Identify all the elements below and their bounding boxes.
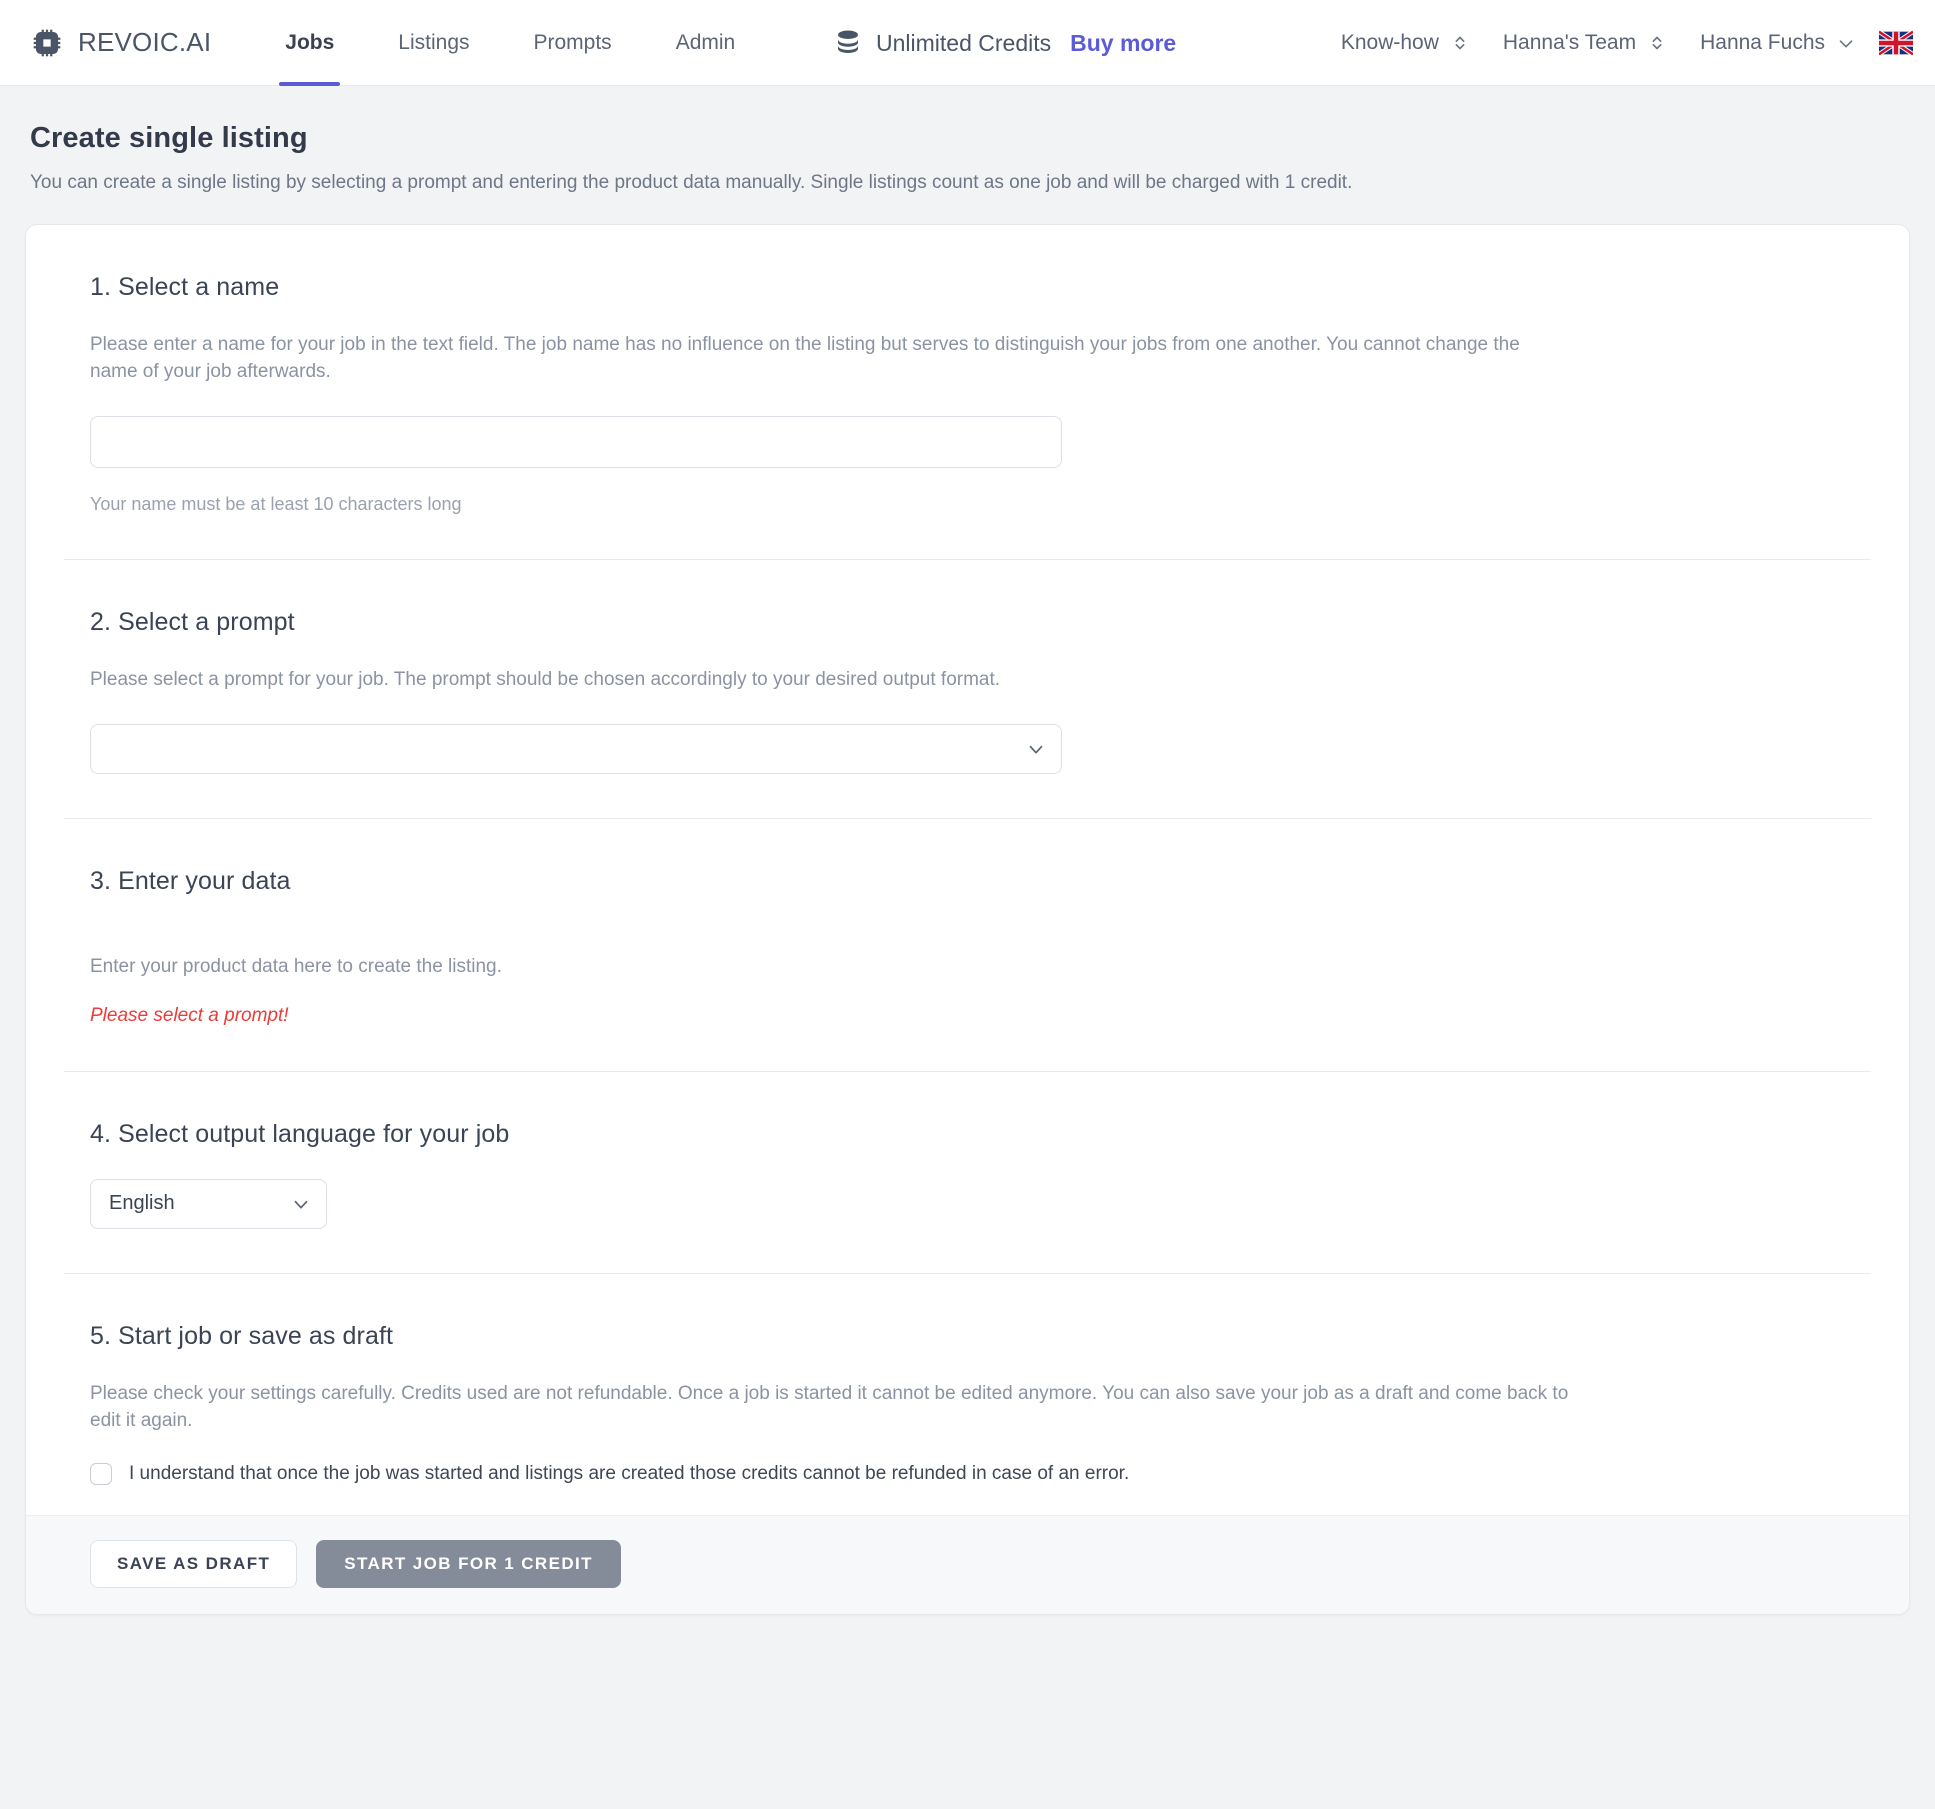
page-subtitle: You can create a single listing by selec… [30,172,1353,193]
prompt-required-error: Please select a prompt! [90,1004,289,1026]
section-3-description: Enter your product data here to create t… [90,955,502,977]
section-5-title: 5. Start job or save as draft [90,1321,394,1350]
card-footer-actions: SAVE AS DRAFT START JOB FOR 1 CREDIT [26,1514,1909,1614]
nav-tab-listings-label: Listings [398,30,470,54]
save-as-draft-button[interactable]: SAVE AS DRAFT [90,1539,298,1588]
section-select-name: 1. Select a name Please enter a name for… [64,225,1871,559]
nav-tab-listings[interactable]: Listings [366,0,501,86]
section-select-prompt: 2. Select a prompt Please select a promp… [64,558,1871,818]
section-output-language: 4. Select output language for your job E… [64,1070,1871,1273]
nav-tab-admin-label: Admin [675,30,736,54]
card-body: 1. Select a name Please enter a name for… [26,225,1909,1515]
team-label: Hanna's Team [1502,31,1637,54]
page-header: Create single listing You can create a s… [0,86,1935,194]
job-name-input[interactable] [90,415,1062,468]
create-listing-card: 1. Select a name Please enter a name for… [25,224,1910,1615]
buy-more-link[interactable]: Buy more [1070,30,1176,57]
section-enter-data: 3. Enter your data Enter your product da… [64,817,1871,1071]
consent-row: I understand that once the job was start… [90,1462,1845,1485]
language-select-value: English [109,1192,175,1215]
brand-logo-link[interactable]: REVOIC.AI [30,26,211,60]
chip-icon [30,26,64,60]
job-name-hint: Your name must be at least 10 characters… [90,493,462,514]
know-how-selector[interactable]: Know-how [1325,31,1487,55]
section-4-title: 4. Select output language for your job [90,1119,510,1148]
consent-label: I understand that once the job was start… [129,1462,1130,1484]
section-5-description: Please check your settings carefully. Cr… [90,1382,1569,1431]
language-select-wrap: English [90,1178,327,1229]
section-3-title: 3. Enter your data [90,866,291,895]
user-name-label: Hanna Fuchs [1700,31,1825,54]
section-2-description: Please select a prompt for your job. The… [90,668,1001,690]
section-3-spacer [90,896,1845,924]
chevron-down-icon [1025,738,1047,760]
section-1-title: 1. Select a name [90,273,280,301]
section-start-or-draft: 5. Start job or save as draft Please che… [64,1272,1871,1515]
chevron-up-down-icon [1449,32,1471,54]
nav-tab-jobs-label: Jobs [285,30,335,54]
page-title: Create single listing [30,122,308,154]
brand-name: REVOIC.AI [78,27,212,57]
consent-checkbox[interactable] [90,1462,112,1485]
team-selector[interactable]: Hanna's Team [1487,31,1684,55]
chevron-down-icon [1835,32,1857,54]
start-job-button[interactable]: START JOB FOR 1 CREDIT [316,1539,621,1588]
uk-flag-icon[interactable] [1873,30,1913,56]
credits-label: Unlimited Credits [876,29,1052,56]
know-how-label: Know-how [1340,31,1439,54]
nav-tab-admin[interactable]: Admin [644,0,768,86]
chevron-down-icon [290,1193,312,1215]
nav-tab-jobs[interactable]: Jobs [253,0,366,86]
header-right-controls: Know-how Hanna's Team Hanna Fuchs [1325,0,1913,86]
nav-tab-prompts[interactable]: Prompts [502,0,644,86]
nav-tab-prompts-label: Prompts [533,30,612,54]
chevron-up-down-icon [1646,32,1668,54]
credits-indicator: Unlimited Credits Buy more [833,0,1176,86]
main-nav: Jobs Listings Prompts Admin [253,0,767,86]
top-navigation-bar: REVOIC.AI Jobs Listings Prompts Admin Un… [0,0,1935,86]
language-select[interactable]: English [90,1178,327,1229]
prompt-select-wrap [90,723,1062,774]
section-1-description: Please enter a name for your job in the … [90,334,1520,382]
coins-stack-icon [833,28,863,58]
section-2-title: 2. Select a prompt [90,607,295,636]
prompt-select[interactable] [90,723,1062,774]
user-menu[interactable]: Hanna Fuchs [1684,31,1873,55]
